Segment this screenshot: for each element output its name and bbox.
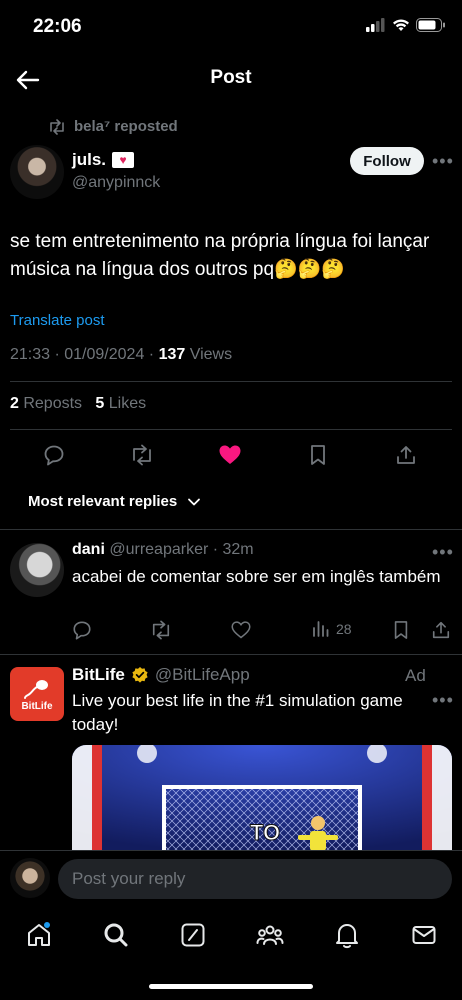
- reply-text: acabei de comentar sobre ser em inglês t…: [72, 567, 441, 586]
- reply-more-button[interactable]: •••: [432, 542, 454, 563]
- ad-label: Ad: [405, 666, 426, 685]
- likes-count: 5: [95, 395, 105, 412]
- reply-repost-button[interactable]: [150, 620, 172, 640]
- bookmark-icon: [394, 621, 408, 639]
- ad-logo-text: BitLife: [21, 700, 53, 712]
- like-icon: [219, 445, 241, 464]
- home-icon: [28, 922, 50, 946]
- divider: [0, 654, 462, 655]
- repost-indicator[interactable]: bela⁷ reposted: [48, 118, 178, 135]
- composer-avatar: [10, 858, 50, 898]
- views-icon: [313, 621, 329, 637]
- home-indicator: [149, 984, 313, 989]
- views-label: Views: [185, 346, 233, 363]
- reply-avatar[interactable]: [10, 543, 64, 597]
- page-title: Post: [210, 67, 252, 88]
- tab-search[interactable]: [102, 921, 130, 949]
- repost-icon: [133, 444, 151, 466]
- tab-home[interactable]: [25, 921, 53, 949]
- repost-button[interactable]: [129, 442, 155, 468]
- translate-post-link[interactable]: Translate post: [10, 312, 105, 329]
- reply-header[interactable]: dani @urreaparker · 32m: [72, 541, 254, 559]
- reply-share-button[interactable]: [431, 620, 451, 640]
- ad-media[interactable]: TO: [72, 745, 452, 865]
- ad-header[interactable]: BitLife @BitLifeApp: [72, 665, 250, 685]
- status-time: 22:06: [33, 16, 82, 37]
- divider: [10, 429, 452, 430]
- reposts-count: 2: [10, 395, 19, 412]
- divider: [10, 381, 452, 382]
- divider: [0, 529, 462, 530]
- bookmark-button[interactable]: [305, 442, 331, 468]
- reply-author-name: dani: [72, 541, 105, 558]
- post-timestamp: 21:33 · 01/09/2024 ·: [10, 346, 159, 363]
- ad-handle: @BitLifeApp: [154, 665, 250, 684]
- tab-notifications[interactable]: [333, 921, 361, 949]
- reply-bookmark-button[interactable]: [392, 620, 410, 640]
- author-handle[interactable]: @anypinnck: [72, 174, 160, 192]
- share-button[interactable]: [393, 442, 419, 468]
- like-button[interactable]: [217, 442, 243, 468]
- soccer-goal-image: TO: [72, 745, 452, 865]
- battery-icon: [416, 18, 445, 32]
- reply-icon: [44, 445, 64, 466]
- reply-views[interactable]: 28: [312, 620, 352, 638]
- share-icon: [432, 621, 450, 639]
- repost-icon: [152, 620, 170, 640]
- like-icon: [231, 621, 251, 639]
- ad-media-text: TO: [250, 820, 280, 845]
- more-options-button[interactable]: •••: [432, 151, 454, 172]
- cellular-signal-icon: [366, 18, 385, 32]
- likes-label: Likes: [104, 395, 147, 412]
- views-count: 137: [158, 346, 186, 363]
- reply-reply-button[interactable]: [72, 620, 92, 640]
- author-avatar[interactable]: [10, 145, 64, 199]
- tab-communities[interactable]: [256, 921, 284, 949]
- reply-button[interactable]: [41, 442, 67, 468]
- ad-account-name: BitLife: [72, 665, 125, 684]
- reply-views-count: 28: [336, 621, 352, 637]
- replies-sort-label: Most relevant replies: [28, 493, 178, 510]
- notifications-icon: [336, 924, 358, 949]
- engagement-stats[interactable]: 2 Reposts 5 Likes: [10, 395, 146, 413]
- bookmark-icon: [311, 445, 325, 465]
- share-icon: [397, 446, 415, 464]
- reply-like-button[interactable]: [231, 620, 251, 640]
- post-text: se tem entretenimento na própria língua …: [10, 231, 430, 280]
- wifi-icon: [393, 19, 409, 31]
- post-meta: 21:33 · 01/09/2024 · 137 Views: [10, 346, 232, 364]
- heart-letter-icon: ♥: [112, 152, 135, 168]
- more-icon: •••: [432, 151, 454, 171]
- grok-icon: [181, 923, 205, 947]
- verified-icon: [132, 667, 148, 683]
- follow-button[interactable]: Follow: [350, 147, 424, 175]
- ad-logo[interactable]: BitLife: [10, 667, 64, 721]
- repost-icon: [50, 118, 64, 135]
- reply-input[interactable]: Post your reply: [58, 859, 452, 899]
- tab-grok[interactable]: [179, 921, 207, 949]
- sperm-logo-icon: [24, 679, 48, 699]
- messages-icon: [412, 926, 436, 944]
- reposts-label: Reposts: [18, 395, 83, 412]
- repost-text: bela⁷ reposted: [74, 118, 178, 135]
- search-icon: [104, 923, 128, 947]
- replies-sort-selector[interactable]: Most relevant replies: [28, 493, 201, 510]
- chevron-down-icon: [188, 498, 201, 505]
- status-icons: [366, 18, 446, 32]
- ad-text: Live your best life in the #1 simulation…: [72, 691, 403, 734]
- communities-icon: [256, 925, 284, 945]
- reply-handle-time: @urreaparker · 32m: [109, 541, 254, 558]
- author-name-text: juls.: [72, 150, 107, 169]
- author-name[interactable]: juls. ♥: [72, 150, 135, 170]
- more-icon: •••: [432, 542, 454, 562]
- reply-icon: [73, 621, 91, 640]
- tab-messages[interactable]: [410, 921, 438, 949]
